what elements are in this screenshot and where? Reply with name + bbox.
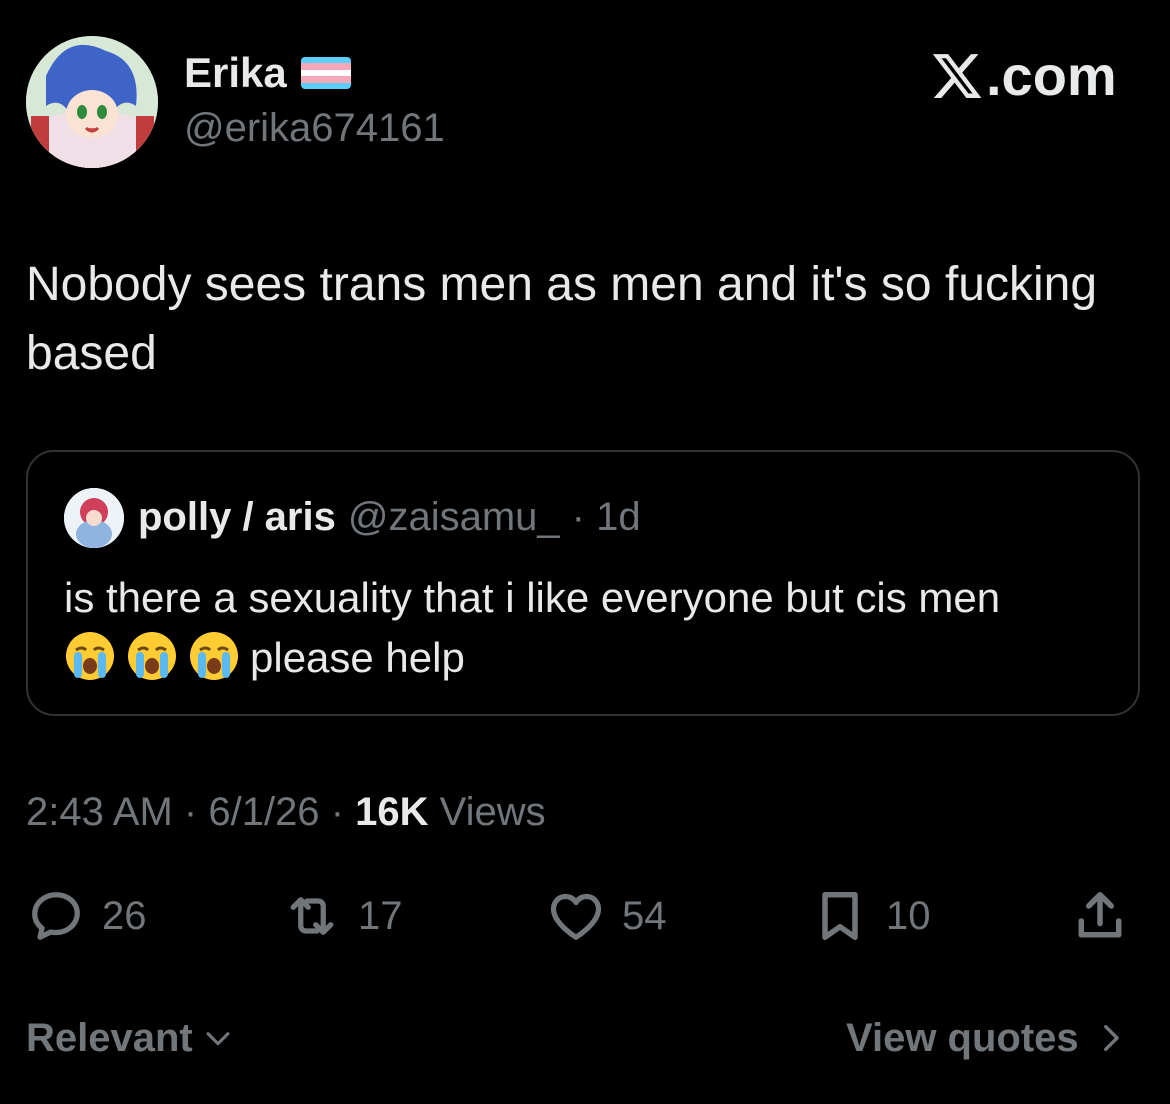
- quote-author-handle: @zaisamu_: [347, 495, 560, 539]
- reply-button[interactable]: 26: [26, 886, 147, 946]
- view-quotes-link[interactable]: View quotes: [846, 1018, 1127, 1058]
- quote-text-line2-row: please help: [64, 628, 1124, 688]
- share-button[interactable]: [1070, 886, 1130, 946]
- view-quotes-label: View quotes: [846, 1016, 1079, 1060]
- tweet-time: 2:43 AM: [26, 790, 173, 834]
- quote-avatar-image: [64, 488, 124, 548]
- reply-icon: [32, 892, 80, 940]
- views-count: 16K: [355, 790, 429, 834]
- chevron-down-icon: [206, 1032, 230, 1046]
- author-handle[interactable]: @erika674161: [184, 108, 445, 148]
- tweet-text: Nobody sees trans men as men and it's so…: [26, 258, 1098, 380]
- sort-label: Relevant: [26, 1016, 193, 1060]
- tweet-meta: 2:43 AM · 6/1/26 · 16K Views: [26, 792, 546, 832]
- views-label: Views: [439, 790, 546, 834]
- avatar-image: [26, 36, 158, 168]
- brand-watermark: .com: [930, 48, 1117, 104]
- chevron-right-icon: [1103, 1024, 1119, 1052]
- brand-domain-text: .com: [986, 44, 1117, 107]
- bookmark-button[interactable]: 10: [810, 886, 931, 946]
- tweet-date: 6/1/26: [208, 790, 320, 834]
- author-name[interactable]: Erika: [184, 52, 287, 94]
- loudly-crying-face-icon: [190, 632, 238, 680]
- x-logo-icon: [932, 54, 982, 98]
- quote-author-avatar: [64, 488, 124, 548]
- trans-flag-icon: [300, 57, 351, 89]
- sort-replies-dropdown[interactable]: Relevant: [26, 1018, 235, 1058]
- quote-text: is there a sexuality that i like everyon…: [64, 568, 1124, 688]
- quote-age: · 1d: [571, 495, 641, 539]
- quote-text-line2: please help: [250, 634, 465, 681]
- like-button[interactable]: 54: [546, 886, 667, 946]
- quote-author-name: polly / aris: [138, 495, 336, 539]
- quote-text-line1: is there a sexuality that i like everyon…: [64, 574, 1001, 621]
- quote-header: polly / aris @zaisamu_ · 1d: [138, 497, 641, 537]
- meta-separator: ·: [330, 790, 345, 834]
- loudly-crying-face-icon: [128, 632, 176, 680]
- bookmark-count: 10: [886, 894, 931, 938]
- loudly-crying-face-icon: [66, 632, 114, 680]
- author-name-row[interactable]: Erika: [184, 52, 351, 94]
- author-avatar[interactable]: [26, 36, 158, 168]
- bookmark-icon: [822, 892, 858, 940]
- reply-count: 26: [102, 894, 147, 938]
- share-icon: [1078, 892, 1122, 938]
- like-count: 54: [622, 894, 667, 938]
- meta-separator: ·: [183, 790, 198, 834]
- repost-count: 17: [358, 894, 403, 938]
- heart-icon: [550, 893, 602, 940]
- repost-icon: [290, 897, 334, 935]
- repost-button[interactable]: 17: [282, 886, 403, 946]
